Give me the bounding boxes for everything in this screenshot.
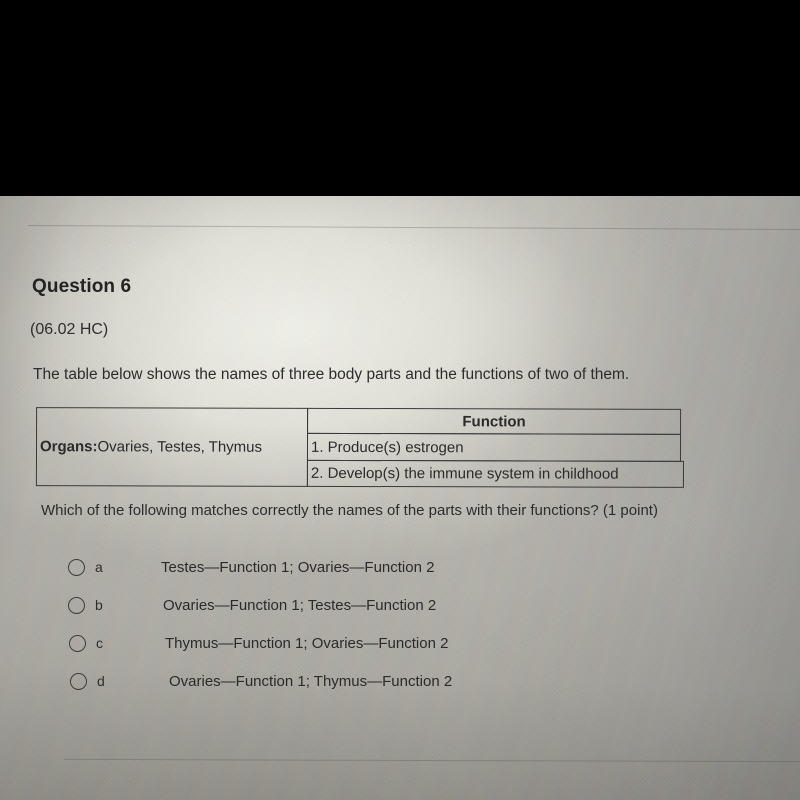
option-text-a: Testes—Function 1; Ovaries—Function 2: [161, 558, 435, 576]
answer-option-a[interactable]: a Testes—Function 1; Ovaries—Function 2: [68, 554, 434, 580]
table-cell-organs: Organs: Ovaries, Testes, Thymus: [35, 407, 309, 487]
option-letter-a: a: [95, 559, 103, 575]
horizontal-divider-top: [28, 224, 800, 231]
option-text-c: Thymus—Function 1; Ovaries—Function 2: [165, 634, 449, 652]
horizontal-divider-bottom: [64, 758, 800, 763]
radio-button-icon-c[interactable]: [69, 634, 86, 652]
answer-option-b[interactable]: b Ovaries—Function 1; Testes—Function 2: [68, 592, 436, 618]
option-letter-c: c: [96, 635, 103, 651]
question-code: (06.02 HC): [30, 321, 109, 338]
radio-button-icon-d[interactable]: [70, 672, 87, 690]
radio-button-icon-b[interactable]: [68, 596, 85, 614]
answer-option-c[interactable]: c Thymus—Function 1; Ovaries—Function 2: [69, 630, 448, 656]
option-letter-d: d: [97, 673, 105, 689]
worksheet-content: Question 6 (06.02 HC) The table below sh…: [0, 196, 800, 800]
table-cell-function-2: 2. Develop(s) the immune system in child…: [306, 459, 684, 488]
option-text-b: Ovaries—Function 1; Testes—Function 2: [163, 596, 437, 614]
question-title: Question 6: [32, 276, 132, 297]
question-prompt-text: Which of the following matches correctly…: [41, 502, 658, 519]
letterbox-bar-top: [0, 0, 800, 196]
photograph-of-worksheet: Question 6 (06.02 HC) The table below sh…: [0, 0, 800, 800]
option-letter-b: b: [95, 597, 103, 613]
organs-functions-table: Organs: Ovaries, Testes, Thymus Function…: [35, 407, 684, 489]
organs-label: Organs:: [39, 438, 98, 456]
table-cell-function-1: 1. Produce(s) estrogen: [306, 432, 682, 462]
paper-sheet: Question 6 (06.02 HC) The table below sh…: [0, 196, 800, 800]
answer-option-d[interactable]: d Ovaries—Function 1; Thymus—Function 2: [70, 668, 452, 694]
table-header-function: Function: [307, 407, 682, 435]
question-stem-text: The table below shows the names of three…: [33, 366, 630, 383]
option-text-d: Ovaries—Function 1; Thymus—Function 2: [169, 672, 453, 690]
radio-button-icon-a[interactable]: [68, 558, 85, 576]
organs-value: Ovaries, Testes, Thymus: [97, 438, 263, 456]
